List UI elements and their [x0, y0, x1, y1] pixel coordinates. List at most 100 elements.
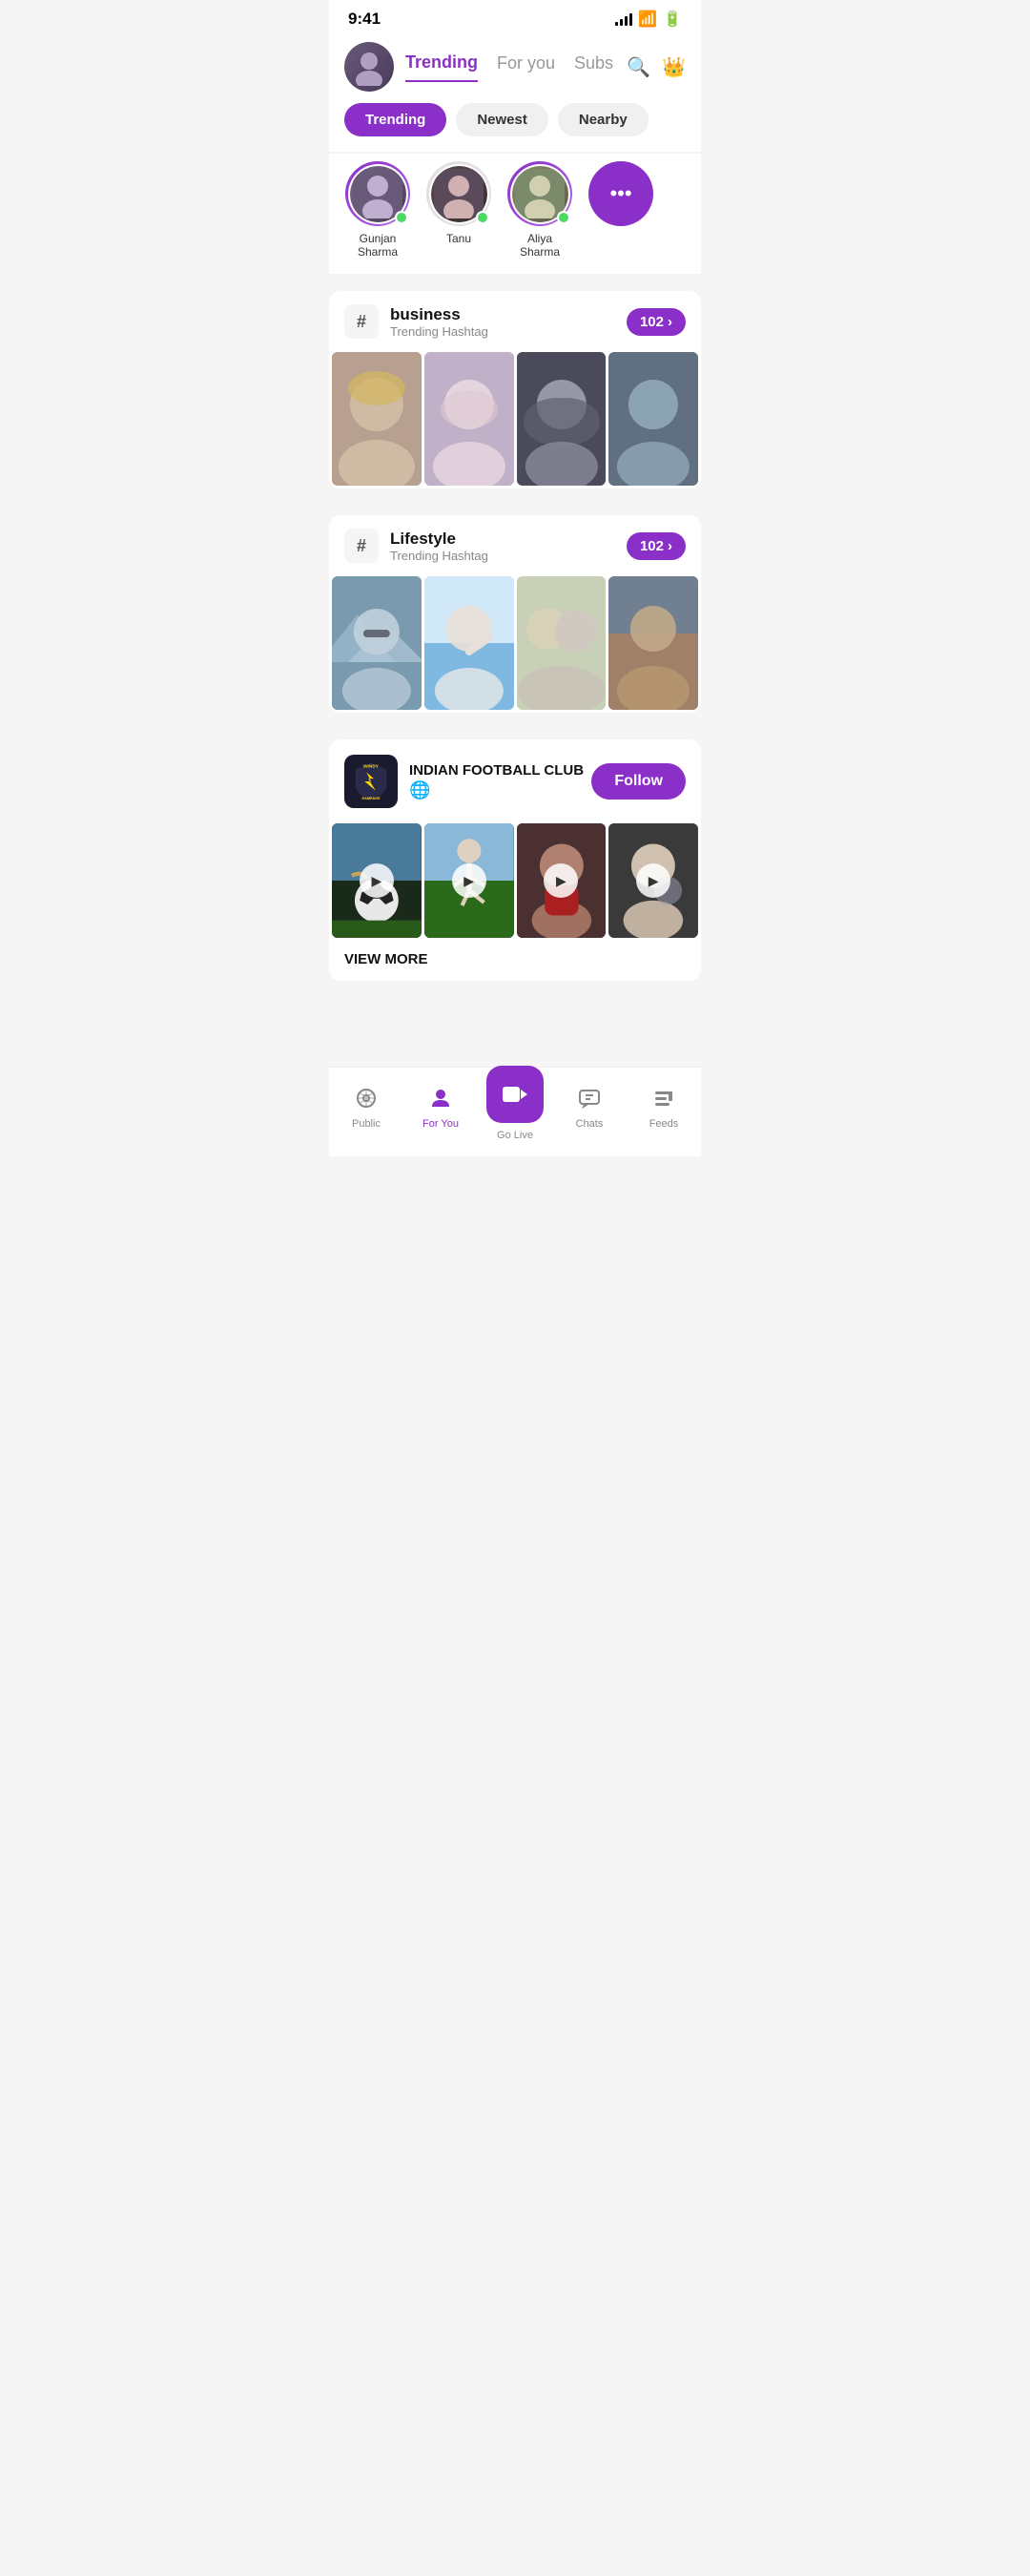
- hashtag-title-lifestyle: Lifestyle: [390, 530, 488, 549]
- lifestyle-image-4[interactable]: [608, 576, 698, 710]
- chats-icon: [578, 1087, 601, 1115]
- online-dot: [557, 211, 570, 224]
- status-icons: 📶 🔋: [615, 10, 682, 29]
- nav-for-you-label: For You: [422, 1118, 459, 1130]
- nav-public-label: Public: [352, 1118, 381, 1130]
- nav-tabs: Trending For you Subs: [405, 52, 615, 82]
- hashtag-text-business: business Trending Hashtag: [390, 305, 488, 339]
- count-value: 102: [640, 314, 664, 330]
- header-icons: 🔍 👑: [627, 55, 686, 79]
- club-card: WINDY RAMPAGE INDIAN FOOTBALL CLUB 🌐 Fol…: [329, 739, 701, 981]
- nav-feeds-label: Feeds: [649, 1118, 679, 1130]
- lifestyle-images-row: [329, 576, 701, 713]
- lifestyle-image-3[interactable]: [517, 576, 607, 710]
- hashtag-card-business: # business Trending Hashtag 102 ›: [329, 291, 701, 488]
- count-badge-lifestyle[interactable]: 102 ›: [627, 532, 686, 560]
- play-icon-4[interactable]: ▶: [636, 863, 670, 898]
- public-icon: [355, 1087, 378, 1115]
- hashtag-icon: #: [344, 304, 379, 339]
- story-aliya[interactable]: Aliya Sharma: [506, 161, 573, 259]
- feeds-icon: [652, 1087, 675, 1115]
- avatar[interactable]: [344, 42, 394, 92]
- go-live-button[interactable]: [486, 1066, 544, 1123]
- nav-go-live-label: Go Live: [497, 1130, 533, 1141]
- avatar-image: [344, 42, 394, 92]
- post-image-1[interactable]: [332, 352, 422, 486]
- card-header-lifestyle: # Lifestyle Trending Hashtag 102 ›: [329, 515, 701, 576]
- chevron-right-icon: ›: [668, 314, 672, 330]
- nav-go-live[interactable]: Go Live: [486, 1066, 544, 1141]
- nav-for-you[interactable]: For You: [412, 1087, 469, 1130]
- filter-nearby[interactable]: Nearby: [558, 103, 649, 136]
- hashtag-title: business: [390, 305, 488, 324]
- chevron-right-icon-lifestyle: ›: [668, 538, 672, 554]
- filter-newest[interactable]: Newest: [456, 103, 548, 136]
- nav-chats-label: Chats: [576, 1118, 604, 1130]
- svg-text:WINDY: WINDY: [363, 764, 380, 770]
- tab-for-you[interactable]: For you: [497, 53, 555, 81]
- view-more-button[interactable]: VIEW MORE: [329, 938, 701, 981]
- search-icon[interactable]: 🔍: [627, 55, 650, 79]
- story-more[interactable]: ••• More: [588, 161, 653, 259]
- post-image-2[interactable]: [424, 352, 514, 486]
- filter-trending[interactable]: Trending: [344, 103, 446, 136]
- story-tanu[interactable]: Tanu: [426, 161, 491, 259]
- hashtag-icon-lifestyle: #: [344, 529, 379, 563]
- club-videos-row: ▶ ▶: [329, 823, 701, 938]
- post-image-4[interactable]: [608, 352, 698, 486]
- status-time: 9:41: [348, 10, 381, 29]
- online-dot: [395, 211, 408, 224]
- svg-text:RAMPAGE: RAMPAGE: [361, 797, 381, 800]
- nav-chats[interactable]: Chats: [561, 1087, 618, 1130]
- hashtag-info-business: # business Trending Hashtag: [344, 304, 488, 339]
- business-images-row: [329, 352, 701, 488]
- club-video-3[interactable]: ▶: [517, 823, 607, 938]
- follow-button[interactable]: Follow: [591, 763, 686, 800]
- hashtag-info-lifestyle: # Lifestyle Trending Hashtag: [344, 529, 488, 563]
- wifi-icon: 📶: [638, 10, 657, 29]
- club-logo: WINDY RAMPAGE: [344, 755, 398, 808]
- battery-icon: 🔋: [663, 10, 682, 29]
- club-logo-area: WINDY RAMPAGE INDIAN FOOTBALL CLUB 🌐: [344, 755, 584, 808]
- more-stories-button[interactable]: •••: [588, 161, 653, 226]
- status-bar: 9:41 📶 🔋: [329, 0, 701, 34]
- card-header-business: # business Trending Hashtag 102 ›: [329, 291, 701, 352]
- story-ring-gunjan: [345, 161, 410, 226]
- story-name-tanu: Tanu: [446, 232, 471, 245]
- story-ring-aliya: [507, 161, 572, 226]
- club-video-4[interactable]: ▶: [608, 823, 698, 938]
- post-image-3[interactable]: [517, 352, 607, 486]
- hashtag-subtitle-lifestyle: Trending Hashtag: [390, 549, 488, 563]
- nav-public[interactable]: Public: [338, 1087, 395, 1130]
- ellipsis-icon: •••: [609, 181, 631, 206]
- for-you-icon: [429, 1087, 452, 1115]
- stories-row: Gunjan Sharma Tanu: [329, 154, 701, 274]
- lifestyle-image-2[interactable]: [424, 576, 514, 710]
- play-icon-2[interactable]: ▶: [452, 863, 486, 898]
- signal-icon: [615, 12, 632, 26]
- hashtag-subtitle: Trending Hashtag: [390, 324, 488, 339]
- count-badge-business[interactable]: 102 ›: [627, 308, 686, 336]
- club-info: INDIAN FOOTBALL CLUB 🌐: [409, 762, 584, 800]
- club-header: WINDY RAMPAGE INDIAN FOOTBALL CLUB 🌐 Fol…: [329, 739, 701, 823]
- crown-icon[interactable]: 👑: [662, 55, 686, 79]
- story-ring-tanu: [426, 161, 491, 226]
- header: Trending For you Subs 🔍 👑: [329, 34, 701, 92]
- globe-icon: 🌐: [409, 780, 584, 800]
- lifestyle-image-1[interactable]: [332, 576, 422, 710]
- play-icon-1[interactable]: ▶: [360, 863, 394, 898]
- club-video-1[interactable]: ▶: [332, 823, 422, 938]
- bottom-nav: Public For You Go Live: [329, 1067, 701, 1156]
- club-video-2[interactable]: ▶: [424, 823, 514, 938]
- nav-feeds[interactable]: Feeds: [635, 1087, 692, 1130]
- story-name-gunjan: Gunjan Sharma: [344, 232, 411, 259]
- hashtag-card-lifestyle: # Lifestyle Trending Hashtag 102 ›: [329, 515, 701, 713]
- story-gunjan[interactable]: Gunjan Sharma: [344, 161, 411, 259]
- hashtag-text-lifestyle: Lifestyle Trending Hashtag: [390, 530, 488, 563]
- filter-row: Trending Newest Nearby: [329, 92, 701, 152]
- tab-subs[interactable]: Subs: [574, 53, 613, 81]
- count-value-lifestyle: 102: [640, 538, 664, 554]
- tab-trending[interactable]: Trending: [405, 52, 478, 82]
- story-name-aliya: Aliya Sharma: [506, 232, 573, 259]
- online-dot: [476, 211, 489, 224]
